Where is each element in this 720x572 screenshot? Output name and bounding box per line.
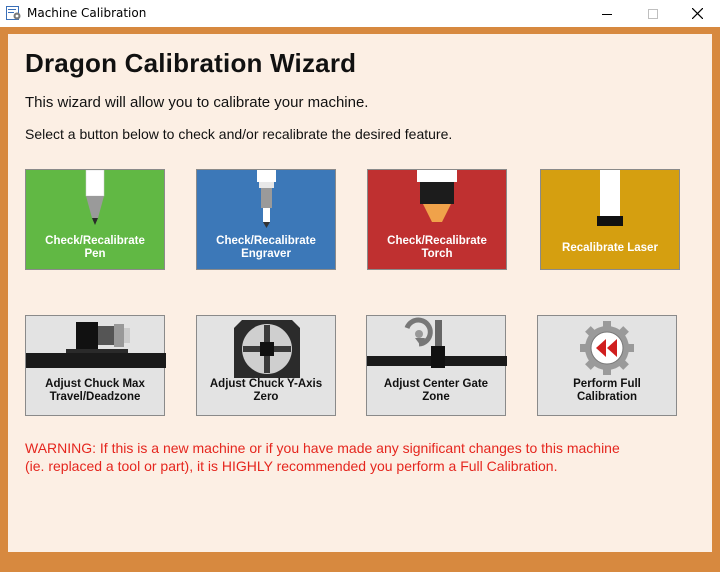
tile-label-line1: Check/Recalibrate	[45, 235, 145, 247]
tile-label-line2: Torch	[421, 248, 453, 260]
tile-label-line1: Adjust Center Gate	[383, 378, 489, 390]
instruction-text: Select a button below to check and/or re…	[25, 126, 453, 142]
close-button[interactable]	[674, 0, 720, 27]
minimize-icon	[602, 13, 612, 15]
tile-label-line1: Check/Recalibrate	[216, 235, 316, 247]
window-bottom-border	[8, 552, 712, 572]
warning-line2: (ie. replaced a tool or part), it is HIG…	[25, 458, 558, 474]
recalibrate-laser-button[interactable]: Recalibrate Laser	[540, 169, 680, 270]
warning-line1: WARNING: If this is a new machine or if …	[25, 440, 620, 456]
laser-icon	[597, 170, 623, 226]
warning-message: WARNING: If this is a new machine or if …	[25, 439, 665, 475]
tile-label-line2: Zone	[422, 391, 450, 403]
tile-label-line1: Check/Recalibrate	[387, 235, 487, 247]
check-engraver-button[interactable]: Check/Recalibrate Engraver	[196, 169, 336, 270]
tile-label-line1: Adjust Chuck Max	[45, 378, 145, 390]
adjust-chuck-y-button[interactable]: Adjust Chuck Y-Axis Zero	[196, 315, 336, 416]
adjust-chuck-max-button[interactable]: Adjust Chuck Max Travel/Deadzone	[25, 315, 166, 416]
tile-label-line1: Perform Full	[573, 378, 641, 390]
perform-full-calibration-button[interactable]: Perform Full Calibration	[537, 315, 677, 416]
tile-label-line2: Travel/Deadzone	[49, 391, 141, 403]
maximize-button[interactable]	[630, 0, 676, 27]
tile-label-line2: Engraver	[241, 248, 291, 260]
maximize-icon	[648, 8, 658, 19]
tile-label-line1: Adjust Chuck Y-Axis	[209, 378, 323, 390]
gear-document-icon	[6, 6, 21, 20]
minimize-button[interactable]	[584, 0, 630, 27]
title-bar: Machine Calibration	[0, 0, 720, 27]
tile-label-line2: Pen	[84, 248, 106, 260]
check-torch-button[interactable]: Check/Recalibrate Torch	[367, 169, 507, 270]
page-title: Dragon Calibration Wizard	[25, 48, 357, 78]
window-title: Machine Calibration	[27, 6, 147, 20]
check-pen-button[interactable]: Check/Recalibrate Pen	[25, 169, 165, 270]
tile-label-line2: Zero	[253, 391, 279, 403]
adjust-center-gate-button[interactable]: Adjust Center Gate Zone	[366, 315, 507, 416]
close-icon	[691, 8, 703, 19]
tile-label-line2: Calibration	[576, 391, 638, 403]
intro-text: This wizard will allow you to calibrate …	[25, 94, 369, 111]
tile-label-line1: Recalibrate Laser	[562, 242, 658, 254]
